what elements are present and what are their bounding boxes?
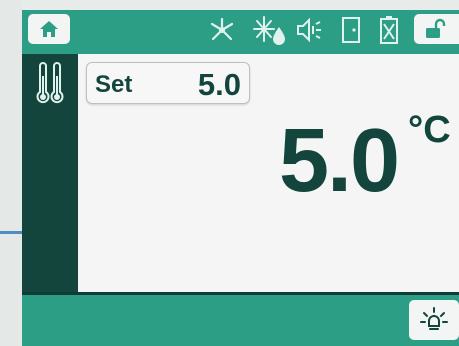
door-icon [340, 16, 362, 44]
main-display-panel: Set 5.0 5.0 °C [78, 54, 459, 292]
unlock-button[interactable] [414, 14, 459, 44]
sensor-sidebar [22, 54, 78, 292]
thermometers-icon [36, 62, 64, 104]
temperature-unit: °C [408, 109, 451, 151]
unlock-icon [426, 18, 446, 38]
bezel-top [0, 0, 459, 10]
panel-divider [22, 292, 459, 295]
setpoint-label: Set [95, 71, 133, 98]
defrost-icon [252, 16, 288, 45]
current-temperature: 5.0 [279, 111, 400, 211]
bezel-left [0, 0, 22, 346]
light-button[interactable] [409, 300, 459, 340]
setpoint-value: 5.0 [197, 67, 241, 102]
light-icon [420, 307, 448, 330]
edge-indicator [0, 231, 22, 234]
alarm-mute-icon [295, 16, 325, 44]
home-button[interactable] [28, 14, 70, 44]
fan-icon [206, 16, 238, 44]
battery-warning-icon [378, 16, 400, 44]
setpoint-button[interactable]: Set 5.0 [86, 62, 250, 104]
top-status-bar [22, 10, 459, 54]
home-icon [40, 21, 58, 37]
controller-screen: Set 5.0 5.0 °C [22, 10, 459, 346]
